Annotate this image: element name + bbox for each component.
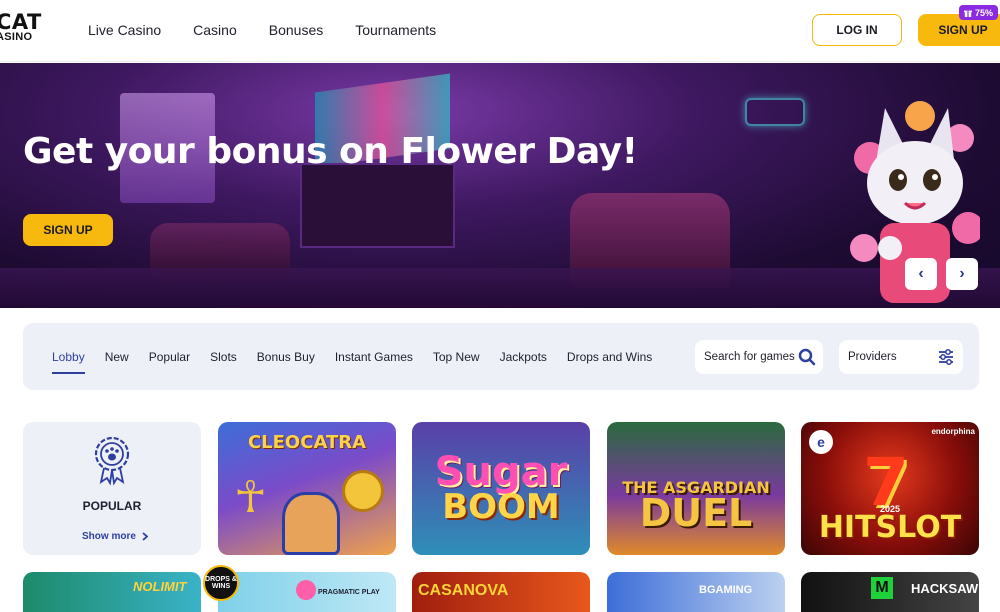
chevron-right-icon bbox=[142, 532, 148, 541]
providers-label: Providers bbox=[848, 351, 897, 363]
popular-category-card[interactable]: POPULAR Show more bbox=[23, 422, 201, 555]
category-tabs: Lobby New Popular Slots Bonus Buy Instan… bbox=[52, 350, 672, 374]
hero-next-button[interactable]: › bbox=[946, 258, 978, 290]
chevron-left-icon: ‹ bbox=[918, 265, 924, 282]
hero-slot-machine-decor bbox=[300, 163, 455, 248]
login-button[interactable]: LOG IN bbox=[812, 14, 902, 46]
provider-label: PRAGMATIC PLAY bbox=[318, 589, 380, 596]
game-tile-row2-3[interactable]: CASANOVA bbox=[412, 572, 590, 612]
nav-bonuses[interactable]: Bonuses bbox=[269, 22, 323, 38]
game-tile-row2-2[interactable]: PRAGMATIC PLAY bbox=[218, 572, 396, 612]
game-tile-row2-4[interactable]: BGAMING bbox=[607, 572, 785, 612]
site-logo[interactable]: CAT ASINO bbox=[0, 12, 42, 43]
logo-text-line1: CAT bbox=[0, 10, 42, 34]
gift-icon bbox=[964, 10, 972, 17]
tab-jackpots[interactable]: Jackpots bbox=[500, 350, 547, 364]
paw-badge-icon bbox=[94, 436, 130, 486]
tab-bonus-buy[interactable]: Bonus Buy bbox=[257, 350, 315, 364]
provider-logo-icon: M bbox=[871, 577, 893, 599]
game-tile-row2-1[interactable]: NOLIMIT bbox=[23, 572, 201, 612]
show-more-label: Show more bbox=[82, 531, 136, 542]
hero-neon-sign-decor bbox=[745, 98, 805, 126]
game-tile-sugar-boom[interactable]: Sugar BOOM bbox=[412, 422, 590, 555]
tab-popular[interactable]: Popular bbox=[149, 350, 190, 364]
game-tile-cleocatra[interactable]: CLEOCATRA ☥ bbox=[218, 422, 396, 555]
tab-new[interactable]: New bbox=[105, 350, 129, 364]
tab-instant-games[interactable]: Instant Games bbox=[335, 350, 413, 364]
cat-pharaoh-art bbox=[282, 492, 340, 555]
tab-top-new[interactable]: Top New bbox=[433, 350, 480, 364]
hero-prev-button[interactable]: ‹ bbox=[905, 258, 937, 290]
filter-sliders-icon bbox=[939, 349, 953, 365]
tab-lobby[interactable]: Lobby bbox=[52, 350, 85, 374]
game-title: CASANOVA bbox=[418, 582, 509, 599]
game-title-line2: BOOM bbox=[442, 487, 560, 528]
game-title: CLEOCATRA bbox=[247, 432, 367, 453]
game-tile-asgardian-duel[interactable]: THE ASGARDIAN DUEL bbox=[607, 422, 785, 555]
provider-label: BGAMING bbox=[699, 584, 753, 596]
tab-drops-and-wins[interactable]: Drops and Wins bbox=[567, 350, 652, 364]
providers-dropdown[interactable]: Providers bbox=[839, 340, 963, 374]
provider-label: endorphina bbox=[931, 427, 975, 436]
main-nav: Live Casino Casino Bonuses Tournaments bbox=[88, 22, 436, 38]
popular-card-title: POPULAR bbox=[82, 499, 142, 513]
hero-signup-button[interactable]: SIGN UP bbox=[23, 214, 113, 246]
hero-banner: Get your bonus on Flower Day! SIGN UP ‹ … bbox=[0, 63, 1000, 308]
search-placeholder: Search for games bbox=[704, 351, 795, 363]
hero-title: Get your bonus on Flower Day! bbox=[23, 131, 638, 172]
paw-coin-art bbox=[342, 470, 384, 512]
provider-logo-icon: e bbox=[809, 430, 833, 454]
provider-label: NOLIMIT bbox=[133, 579, 187, 594]
top-header: CAT ASINO Live Casino Casino Bonuses Tou… bbox=[0, 0, 1000, 62]
provider-label: HACKSAW bbox=[911, 581, 979, 596]
game-tile-hitslot[interactable]: e endorphina 7 2025 HITSLOT bbox=[801, 422, 979, 555]
nav-casino[interactable]: Casino bbox=[193, 22, 237, 38]
game-search-input[interactable]: Search for games bbox=[695, 340, 823, 374]
game-title: THE ASGARDIAN DUEL bbox=[607, 480, 785, 536]
drops-wins-badge: DROPS & WINS bbox=[203, 565, 239, 601]
game-title-line2: DUEL bbox=[639, 491, 753, 536]
search-icon[interactable] bbox=[798, 348, 816, 366]
game-art-decor bbox=[296, 580, 316, 600]
game-tile-row2-5[interactable]: M HACKSAW bbox=[801, 572, 979, 612]
category-tab-bar: Lobby New Popular Slots Bonus Buy Instan… bbox=[23, 323, 979, 390]
promo-badge-text: 75% bbox=[975, 7, 994, 18]
nav-tournaments[interactable]: Tournaments bbox=[355, 22, 436, 38]
nav-live-casino[interactable]: Live Casino bbox=[88, 22, 161, 38]
tab-slots[interactable]: Slots bbox=[210, 350, 237, 364]
show-more-link[interactable]: Show more bbox=[82, 531, 148, 542]
ankh-icon: ☥ bbox=[234, 473, 267, 522]
promo-badge: 75% bbox=[959, 5, 999, 20]
game-title: Sugar BOOM bbox=[435, 452, 568, 528]
chevron-right-icon: › bbox=[959, 265, 965, 282]
game-title: HITSLOT bbox=[818, 510, 962, 545]
